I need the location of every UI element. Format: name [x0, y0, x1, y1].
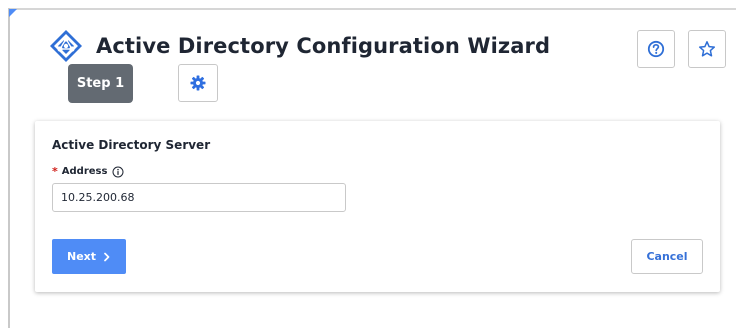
- gear-icon: [190, 75, 206, 91]
- address-input[interactable]: [52, 183, 346, 212]
- address-label: * Address: [52, 165, 124, 178]
- page-title: Active Directory Configuration Wizard: [96, 34, 551, 58]
- azure-ad-diamond-icon: [50, 30, 82, 62]
- section-title: Active Directory Server: [52, 138, 211, 152]
- question-circle-icon: [647, 40, 665, 58]
- step-1-tab[interactable]: Step 1: [68, 64, 133, 103]
- next-button[interactable]: Next: [52, 239, 126, 274]
- frame-border-left: [8, 8, 10, 328]
- settings-step-button[interactable]: [178, 64, 218, 102]
- favorite-button[interactable]: [688, 30, 726, 68]
- next-button-label: Next: [66, 250, 97, 263]
- chevron-right-icon: [104, 252, 110, 261]
- info-circle-icon[interactable]: [112, 166, 124, 178]
- help-button[interactable]: [637, 30, 675, 68]
- star-outline-icon: [698, 41, 716, 57]
- cancel-button[interactable]: Cancel: [631, 239, 703, 274]
- required-marker: *: [52, 165, 58, 178]
- address-label-text: Address: [61, 166, 108, 177]
- wizard-header: Active Directory Configuration Wizard: [48, 26, 550, 66]
- corner-marker-icon: [9, 9, 17, 17]
- wizard-window: Active Directory Configuration Wizard St…: [0, 0, 736, 328]
- server-config-card: Active Directory Server * Address Next C…: [35, 121, 720, 292]
- frame-border-top: [8, 8, 736, 10]
